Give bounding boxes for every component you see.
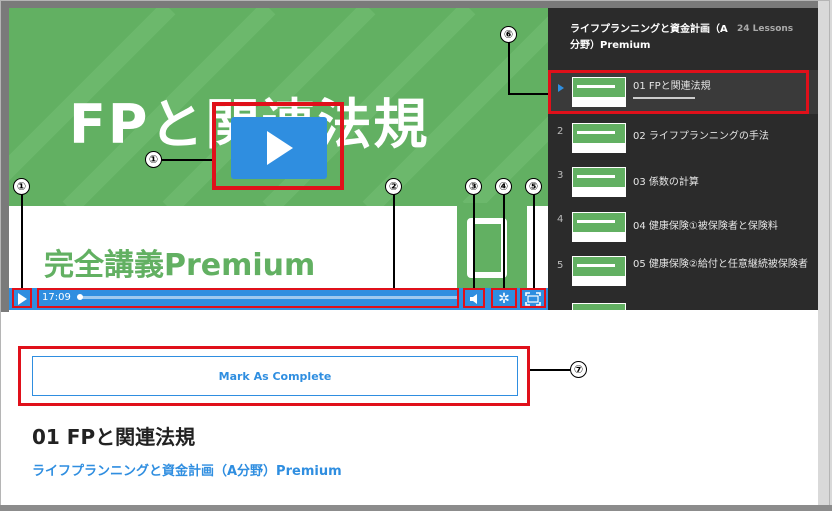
lesson-label: 05 健康保険②給付と任意継続被保険者 <box>633 259 808 270</box>
callout-1: ① <box>145 151 162 168</box>
sidebar-course-title: ライフプランニングと資金計画（A分野）Premium <box>570 24 728 51</box>
lesson-label: 04 健康保険①被保険者と保険料 <box>633 221 778 232</box>
lesson-thumbnail <box>572 256 626 286</box>
highlight-settings <box>491 288 517 308</box>
course-link[interactable]: ライフプランニングと資金計画（A分野）Premium <box>32 460 342 479</box>
lesson-thumbnail <box>572 303 626 311</box>
lesson-number: 2 <box>557 126 564 137</box>
slide-subtitle: 完全講義Premium <box>44 248 316 283</box>
leader-line-1 <box>162 159 212 161</box>
lesson-number: 4 <box>557 214 564 225</box>
callout-7: ⑦ <box>570 361 587 378</box>
outer-border-bottom <box>0 505 832 511</box>
lesson-number: 3 <box>557 170 564 181</box>
callout-3: ③ <box>465 178 482 195</box>
leader-line-2 <box>393 194 395 288</box>
callout-6: ⑥ <box>500 26 517 43</box>
highlight-mark-complete <box>18 346 530 406</box>
sidebar-lesson-count: 24 Lessons <box>737 24 794 34</box>
highlight-active-lesson <box>548 70 809 114</box>
leader-line-3 <box>473 194 475 288</box>
highlight-progress <box>37 288 459 308</box>
lesson-thumbnail <box>572 167 626 197</box>
leader-line-5 <box>533 194 535 288</box>
lesson-number: 5 <box>557 260 564 271</box>
callout-4: ④ <box>495 178 512 195</box>
leader-line-7 <box>530 369 570 371</box>
lesson-item-03[interactable]: 3 03 係数の計算 <box>548 162 818 206</box>
lesson-item-06-partial[interactable] <box>548 298 818 311</box>
lesson-label: 02 ライフプランニングの手法 <box>633 131 769 142</box>
lesson-thumbnail <box>572 212 626 242</box>
slide-notebook-icon <box>457 203 527 293</box>
leader-line-6b <box>508 93 548 95</box>
leader-line-6a <box>508 41 510 95</box>
leader-line-4 <box>503 194 505 288</box>
callout-1-control: ① <box>13 178 30 195</box>
leader-line-1b <box>21 193 23 288</box>
lesson-item-02[interactable]: 2 02 ライフプランニングの手法 <box>548 116 818 160</box>
highlight-control-play <box>12 288 32 308</box>
lesson-thumbnail <box>572 123 626 153</box>
callout-2: ② <box>385 178 402 195</box>
callout-5: ⑤ <box>525 178 542 195</box>
lesson-item-04[interactable]: 4 04 健康保険①被保険者と保険料 <box>548 208 818 252</box>
lesson-item-05[interactable]: 5 05 健康保険②給付と任意継続被保険者 <box>548 252 818 296</box>
highlight-play-button <box>212 102 344 190</box>
lesson-title: 01 FPと関連法規 <box>32 425 196 449</box>
highlight-volume <box>463 288 485 308</box>
highlight-fullscreen <box>520 288 546 308</box>
lesson-label: 03 係数の計算 <box>633 177 699 188</box>
